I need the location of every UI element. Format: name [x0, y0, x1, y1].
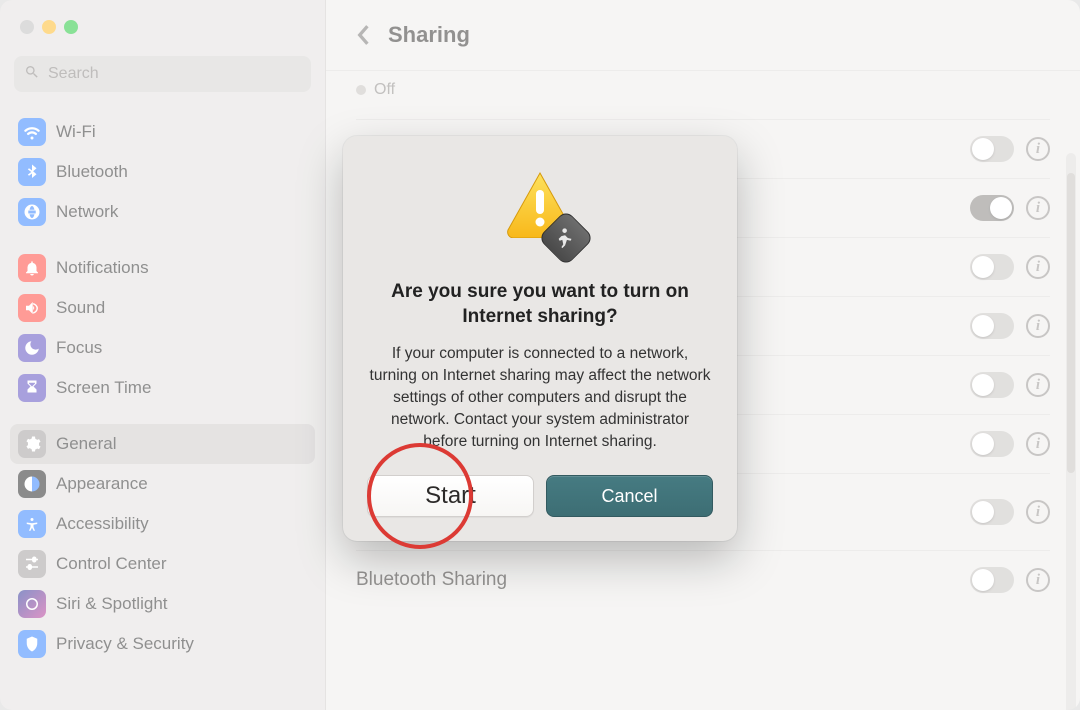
dialog-body: If your computer is connected to a netwo…	[367, 343, 713, 453]
warning-icon	[496, 170, 584, 256]
system-settings-window: Search Wi-Fi Bluetooth Network	[0, 0, 1080, 710]
modal-backdrop: Are you sure you want to turn on Interne…	[0, 0, 1080, 710]
confirm-internet-sharing-dialog: Are you sure you want to turn on Interne…	[343, 136, 737, 541]
dialog-title: Are you sure you want to turn on Interne…	[367, 280, 713, 329]
cancel-button[interactable]: Cancel	[546, 475, 713, 517]
start-button[interactable]: Start	[367, 475, 534, 517]
